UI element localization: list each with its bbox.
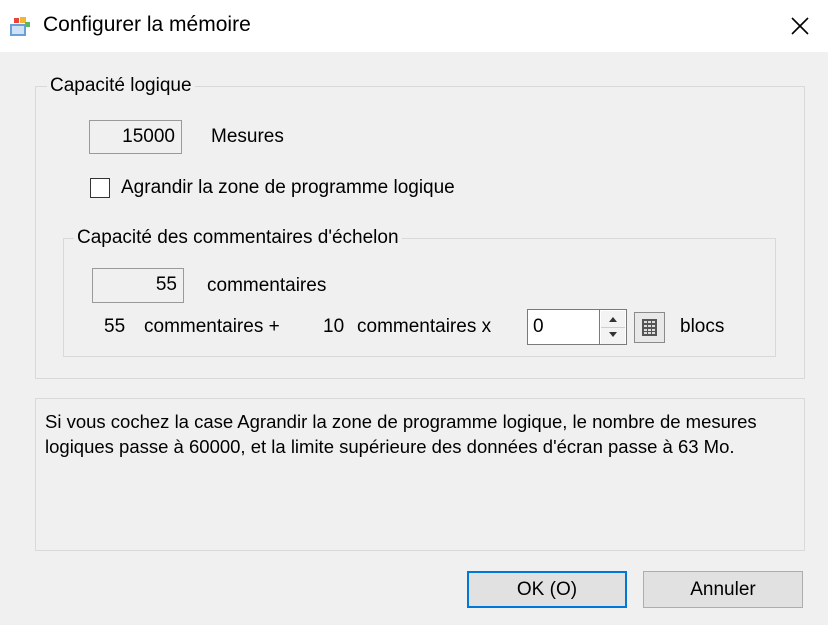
logic-capacity-legend: Capacité logique bbox=[47, 75, 195, 97]
base-comments-label: commentaires + bbox=[144, 316, 280, 337]
block-size-value: 10 bbox=[323, 316, 345, 337]
blocks-input[interactable]: 0 bbox=[527, 309, 600, 345]
base-comments-count: 55 bbox=[104, 316, 126, 337]
window-title: Configurer la mémoire bbox=[43, 13, 251, 36]
spin-down-button[interactable] bbox=[601, 327, 625, 344]
measures-value: 15000 bbox=[89, 120, 182, 154]
blocks-label: blocs bbox=[680, 316, 725, 337]
expand-checkbox-label[interactable]: Agrandir la zone de programme logique bbox=[121, 177, 455, 199]
chevron-down-icon bbox=[609, 332, 617, 337]
expand-checkbox[interactable] bbox=[90, 178, 110, 198]
comments-count-label: commentaires bbox=[207, 275, 327, 296]
calculator-button[interactable] bbox=[634, 312, 665, 343]
block-size-label: commentaires x bbox=[357, 316, 492, 337]
spin-up-button[interactable] bbox=[601, 311, 625, 327]
memory-config-icon bbox=[10, 17, 30, 36]
measures-label: Mesures bbox=[211, 126, 284, 147]
comments-capacity-legend: Capacité des commentaires d'échelon bbox=[74, 227, 402, 249]
comments-count-value: 55 bbox=[92, 268, 184, 303]
keypad-icon bbox=[642, 319, 657, 336]
ok-button[interactable]: OK (O) bbox=[467, 571, 627, 608]
chevron-up-icon bbox=[609, 317, 617, 322]
title-bar: Configurer la mémoire bbox=[0, 0, 828, 52]
close-icon[interactable] bbox=[780, 10, 820, 44]
blocks-spinner bbox=[600, 309, 627, 345]
info-text: Si vous cochez la case Agrandir la zone … bbox=[35, 398, 805, 551]
cancel-button[interactable]: Annuler bbox=[643, 571, 803, 608]
